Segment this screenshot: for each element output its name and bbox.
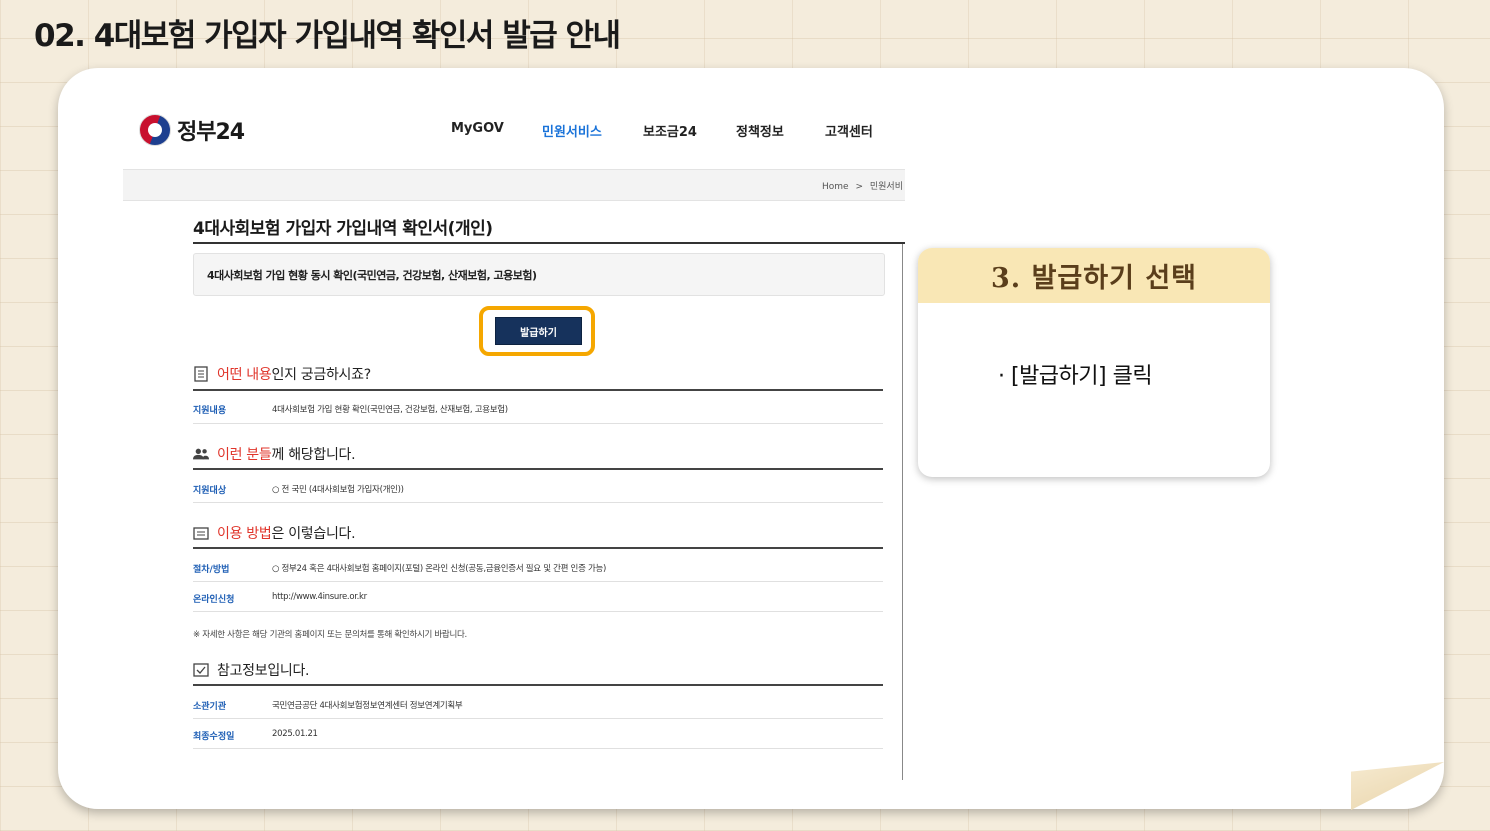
section-who-heading: 이런 분들께 해당합니다. — [193, 444, 356, 464]
row-value: 국민연금공단 4대사회보험정보연계센터 정보연계기획부 — [272, 701, 463, 711]
section-what-red: 어떤 내용 — [217, 367, 272, 383]
section-how-rest: 은 이렇습니다. — [271, 526, 356, 542]
taegeuk-logo-icon — [139, 114, 171, 146]
row-label: 절차/방법 — [193, 565, 230, 575]
section-rule — [193, 684, 883, 686]
online-apply-link[interactable]: http://www.4insure.or.kr — [272, 592, 367, 602]
section-rule — [193, 389, 883, 391]
row-value: ○ 정부24 혹은 4대사회보험 홈페이지(포털) 온라인 신청(공동,금융인증… — [272, 564, 607, 574]
issue-button[interactable]: 발급하기 — [495, 317, 582, 345]
nav-policy-info[interactable]: 정책정보 — [736, 121, 784, 140]
breadcrumb-current[interactable]: 민원서비 — [870, 182, 903, 192]
row-rule — [193, 748, 883, 749]
row-rule — [193, 581, 883, 582]
title-rule — [193, 242, 905, 244]
section-who-red: 이런 분들 — [217, 447, 272, 463]
breadcrumb-separator: > — [855, 182, 863, 192]
nav-subsidy24[interactable]: 보조금24 — [643, 121, 697, 140]
slide-title: 02. 4대보험 가입자 가입내역 확인서 발급 안내 — [34, 18, 621, 54]
section-who-rest: 께 해당합니다. — [271, 447, 356, 463]
logo-text: 정부24 — [177, 120, 245, 145]
section-rule — [193, 468, 883, 470]
callout-title: 3. 발급하기 선택 — [918, 248, 1270, 303]
section-what-heading: 어떤 내용인지 궁금하시죠? — [193, 364, 371, 384]
breadcrumb: Home > 민원서비 — [822, 179, 903, 192]
page-title: 4대사회보험 가입자 가입내역 확인서(개인) — [193, 219, 493, 239]
row-value: 2025.01.21 — [272, 729, 318, 739]
callout-body: · [발급하기] 클릭 — [998, 364, 1153, 389]
nav-customer-center[interactable]: 고객센터 — [825, 121, 873, 140]
gov24-logo[interactable]: 정부24 — [139, 114, 245, 146]
checklist-icon — [193, 663, 209, 677]
row-rule — [193, 718, 883, 719]
section-what-rest: 인지 궁금하시죠? — [271, 367, 371, 383]
breadcrumb-bar: Home > 민원서비 — [123, 169, 905, 201]
row-label: 최종수정일 — [193, 732, 235, 742]
row-rule — [193, 423, 883, 424]
row-rule — [193, 502, 883, 503]
breadcrumb-home[interactable]: Home — [822, 182, 849, 192]
step-callout: 3. 발급하기 선택 · [발급하기] 클릭 — [918, 248, 1270, 477]
summary-text: 4대사회보험 가입 현황 동시 확인(국민연금, 건강보험, 산재보험, 고용보… — [207, 269, 537, 282]
section-rule — [193, 547, 883, 549]
row-label: 온라인신청 — [193, 595, 235, 605]
keyboard-icon — [193, 526, 209, 540]
row-value: ○ 전 국민 (4대사회보험 가입자(개인)) — [272, 485, 404, 495]
nav-civil-service[interactable]: 민원서비스 — [542, 121, 602, 140]
row-label: 지원내용 — [193, 406, 227, 416]
row-value: 4대사회보험 가입 현황 확인(국민연금, 건강보험, 산재보험, 고용보험) — [272, 405, 508, 415]
section-how-red: 이용 방법 — [217, 526, 272, 542]
notice-text: ※ 자세한 사항은 해당 기관의 홈페이지 또는 문의처를 통해 확인하시기 바… — [193, 630, 467, 640]
section-ref-text: 참고정보입니다. — [217, 663, 310, 679]
document-icon — [193, 366, 209, 382]
row-rule — [193, 611, 883, 612]
people-icon — [193, 447, 209, 461]
nav-mygov[interactable]: MyGOV — [451, 121, 504, 136]
section-ref-heading: 참고정보입니다. — [193, 660, 310, 680]
row-label: 지원대상 — [193, 486, 227, 496]
content-divider — [902, 244, 903, 780]
summary-box: 4대사회보험 가입 현황 동시 확인(국민연금, 건강보험, 산재보험, 고용보… — [193, 253, 885, 296]
row-label: 소관기관 — [193, 702, 227, 712]
section-how-heading: 이용 방법은 이렇습니다. — [193, 523, 356, 543]
